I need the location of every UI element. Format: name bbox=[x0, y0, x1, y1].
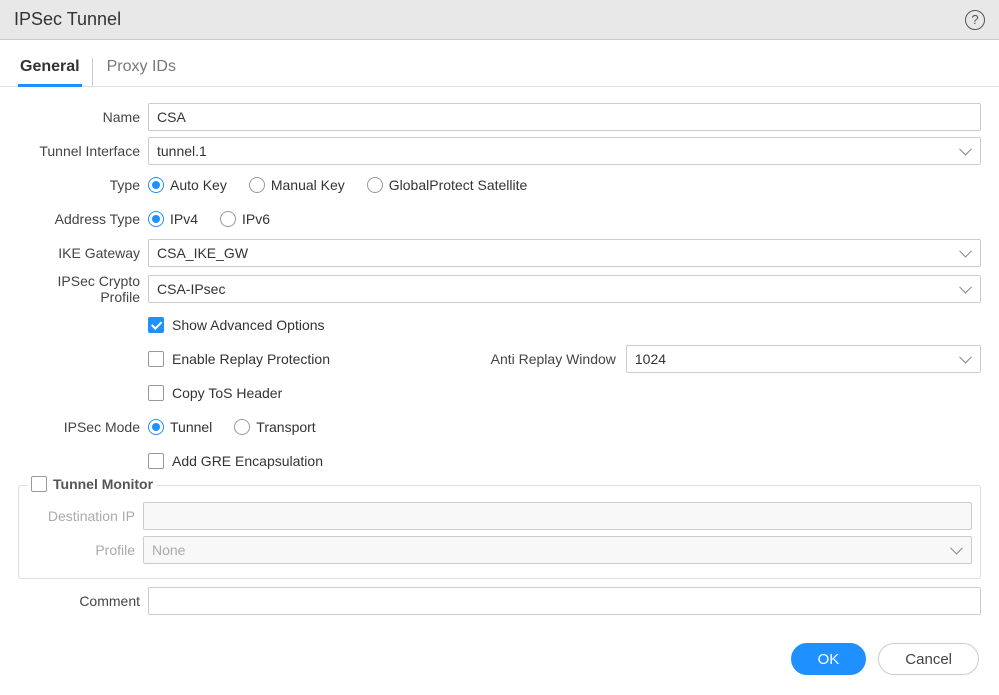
label-profile: Profile bbox=[27, 542, 143, 558]
titlebar: IPSec Tunnel ? bbox=[0, 0, 999, 40]
comment-input[interactable] bbox=[148, 587, 981, 615]
copy-tos-checkbox[interactable]: Copy ToS Header bbox=[148, 385, 981, 401]
dialog-footer: OK Cancel bbox=[0, 627, 999, 695]
label-name: Name bbox=[18, 109, 148, 125]
label-ike-gateway: IKE Gateway bbox=[18, 245, 148, 261]
mode-tunnel-radio[interactable]: Tunnel bbox=[148, 419, 212, 435]
form-general: Name Tunnel Interface tunnel.1 Type Auto… bbox=[0, 87, 999, 627]
label-anti-replay: Anti Replay Window bbox=[491, 351, 626, 367]
ike-gateway-value: CSA_IKE_GW bbox=[157, 245, 248, 261]
profile-value: None bbox=[152, 542, 185, 558]
checkbox-icon bbox=[148, 385, 164, 401]
cancel-button[interactable]: Cancel bbox=[878, 643, 979, 675]
show-advanced-checkbox[interactable]: Show Advanced Options bbox=[148, 317, 981, 333]
name-input[interactable] bbox=[148, 103, 981, 131]
ipsec-crypto-value: CSA-IPsec bbox=[157, 281, 225, 297]
tunnel-monitor-fieldset: Tunnel Monitor Destination IP Profile No… bbox=[18, 485, 981, 579]
address-type-radio-group: IPv4 IPv6 bbox=[148, 211, 981, 227]
ipsec-tunnel-dialog: IPSec Tunnel ? General Proxy IDs Name Tu… bbox=[0, 0, 999, 695]
radio-icon bbox=[148, 177, 164, 193]
label-ipsec-crypto: IPSec Crypto Profile bbox=[18, 273, 148, 305]
ike-gateway-select[interactable]: CSA_IKE_GW bbox=[148, 239, 981, 267]
radio-icon bbox=[367, 177, 383, 193]
type-radio-group: Auto Key Manual Key GlobalProtect Satell… bbox=[148, 177, 981, 193]
anti-replay-value: 1024 bbox=[635, 351, 666, 367]
tunnel-monitor-checkbox[interactable] bbox=[31, 476, 47, 492]
radio-icon bbox=[148, 211, 164, 227]
checkbox-icon bbox=[148, 453, 164, 469]
label-tunnel-interface: Tunnel Interface bbox=[18, 143, 148, 159]
destination-ip-input bbox=[143, 502, 972, 530]
checkbox-icon bbox=[148, 317, 164, 333]
label-comment: Comment bbox=[18, 593, 148, 609]
tab-general[interactable]: General bbox=[18, 58, 92, 86]
checkbox-icon bbox=[31, 476, 47, 492]
tunnel-monitor-legend: Tunnel Monitor bbox=[27, 476, 157, 492]
label-destination-ip: Destination IP bbox=[27, 508, 143, 524]
tabs: General Proxy IDs bbox=[0, 40, 999, 87]
radio-icon bbox=[234, 419, 250, 435]
tunnel-monitor-label: Tunnel Monitor bbox=[53, 476, 153, 492]
tunnel-interface-value: tunnel.1 bbox=[157, 143, 207, 159]
type-globalprotect-radio[interactable]: GlobalProtect Satellite bbox=[367, 177, 528, 193]
type-manual-key-radio[interactable]: Manual Key bbox=[249, 177, 345, 193]
add-gre-checkbox[interactable]: Add GRE Encapsulation bbox=[148, 453, 981, 469]
enable-replay-checkbox[interactable]: Enable Replay Protection bbox=[148, 351, 330, 367]
checkbox-icon bbox=[148, 351, 164, 367]
address-ipv4-radio[interactable]: IPv4 bbox=[148, 211, 198, 227]
tunnel-interface-select[interactable]: tunnel.1 bbox=[148, 137, 981, 165]
radio-icon bbox=[249, 177, 265, 193]
label-type: Type bbox=[18, 177, 148, 193]
ipsec-crypto-select[interactable]: CSA-IPsec bbox=[148, 275, 981, 303]
radio-icon bbox=[220, 211, 236, 227]
help-icon[interactable]: ? bbox=[965, 10, 985, 30]
tab-proxy-ids[interactable]: Proxy IDs bbox=[92, 58, 188, 86]
radio-icon bbox=[148, 419, 164, 435]
type-auto-key-radio[interactable]: Auto Key bbox=[148, 177, 227, 193]
label-address-type: Address Type bbox=[18, 211, 148, 227]
ok-button[interactable]: OK bbox=[791, 643, 867, 675]
anti-replay-select[interactable]: 1024 bbox=[626, 345, 981, 373]
address-ipv6-radio[interactable]: IPv6 bbox=[220, 211, 270, 227]
ipsec-mode-radio-group: Tunnel Transport bbox=[148, 419, 981, 435]
dialog-title: IPSec Tunnel bbox=[14, 9, 121, 30]
mode-transport-radio[interactable]: Transport bbox=[234, 419, 315, 435]
label-ipsec-mode: IPSec Mode bbox=[18, 419, 148, 435]
profile-select: None bbox=[143, 536, 972, 564]
